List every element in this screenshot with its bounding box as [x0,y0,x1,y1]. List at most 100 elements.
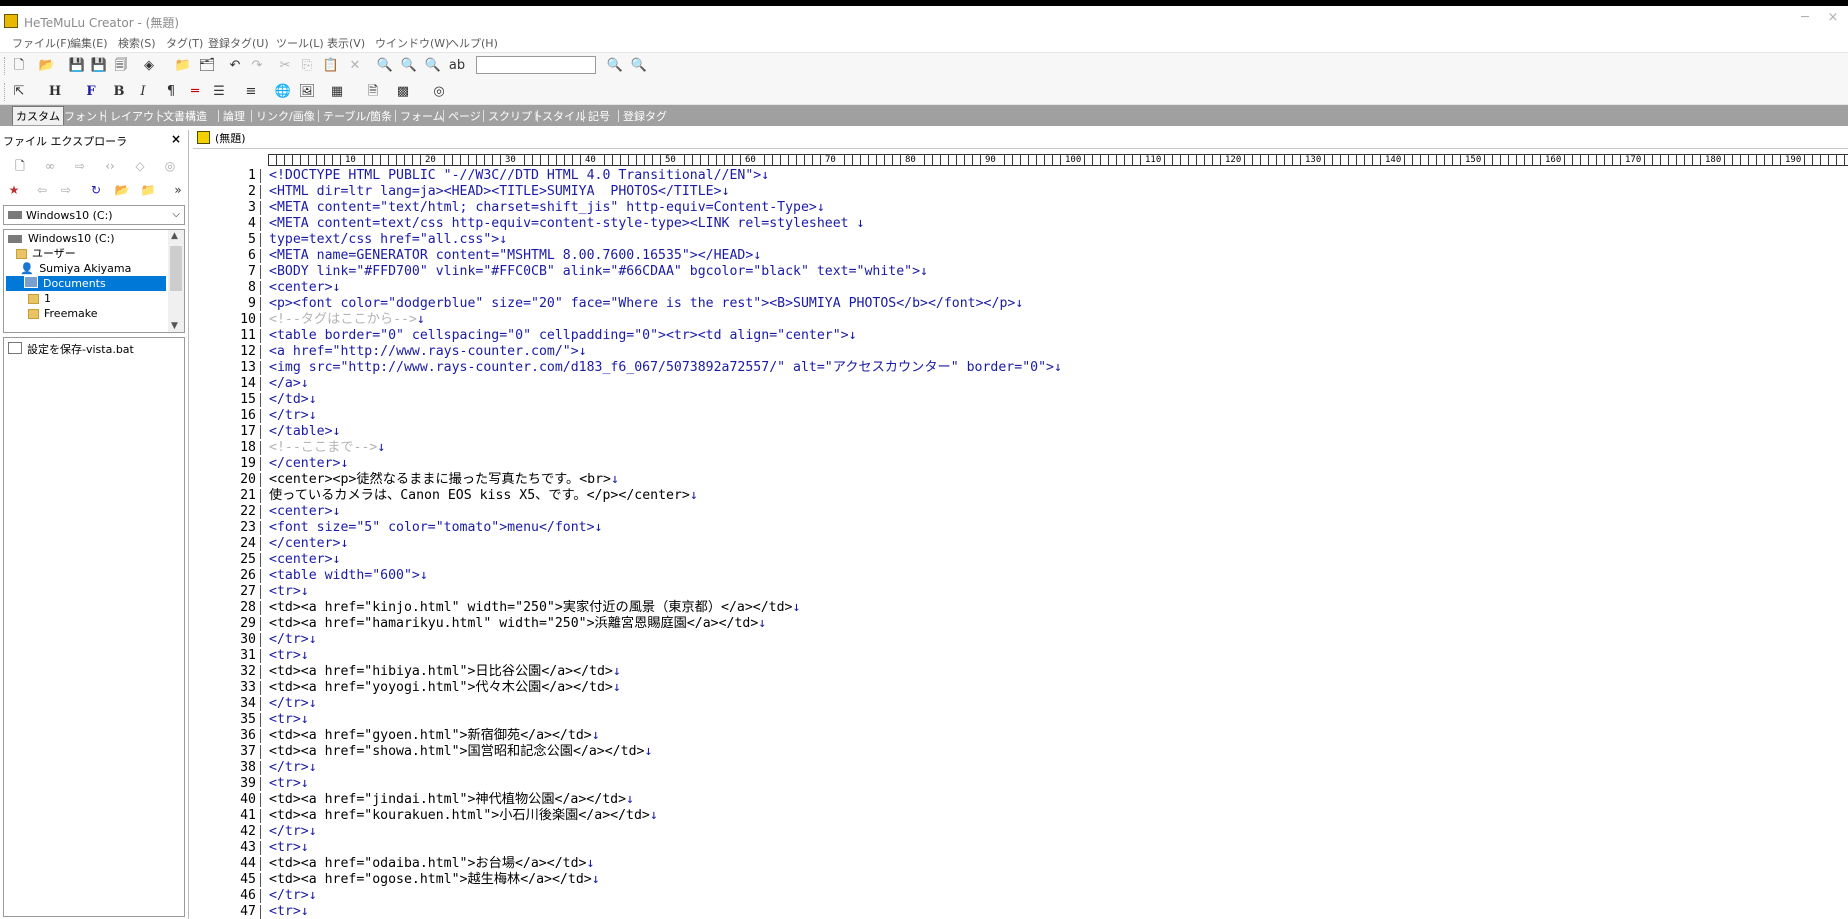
menu-registered-tag[interactable]: 登録タグ(U) [208,35,269,51]
tab-document-structure[interactable]: 文書構造 [163,108,207,124]
tab-form[interactable]: フォーム [400,108,444,124]
tree-node-documents[interactable]: Documents [6,276,166,291]
back-icon[interactable]: ⇦ [34,182,50,198]
forward-icon[interactable]: ⇨ [58,182,74,198]
redo-icon[interactable]: ↷ [248,57,266,75]
font-icon[interactable]: F [82,83,100,101]
line-number: 7 [248,264,256,279]
scroll-thumb[interactable] [170,246,182,291]
table-icon[interactable]: ▦ [328,83,346,101]
open-recent-icon[interactable]: 🗂 [198,57,216,75]
tab-symbol[interactable]: 記号 [588,108,610,124]
new-file-icon[interactable]: 🗋 [10,57,28,75]
publish-icon[interactable]: ◈ [140,57,158,75]
nav-view-icon[interactable]: ⇨ [72,158,88,174]
gutter-divider [260,841,261,855]
save-icon[interactable]: 💾 [68,57,86,75]
find-icon[interactable]: 🔍 [376,57,394,75]
image-icon[interactable]: 🖼 [298,83,316,101]
folder-up-icon[interactable]: 📁 [140,182,156,198]
quick-find-next-icon[interactable]: 🔍 [606,57,624,75]
eol-mark: ↓ [753,248,762,263]
open-project-icon[interactable]: 📁 [174,57,192,75]
tab-style[interactable]: スタイル [542,108,586,124]
tree-node-drive[interactable]: Windows10 (C:) [8,231,115,246]
insert-tag-icon[interactable]: ⇱ [10,83,28,101]
close-button[interactable]: × [1818,10,1848,30]
copy-icon[interactable]: ⎘ [298,57,316,75]
line-number: 3 [248,200,256,215]
line-number: 10 [240,312,256,327]
menu-file[interactable]: ファイル(F) [12,35,71,51]
tab-registered-tag[interactable]: 登録タグ [623,108,667,124]
list-icon[interactable]: ☰ [210,83,228,101]
tab-font[interactable]: フォント [64,108,108,124]
toolbar-grip[interactable] [4,57,8,75]
quick-find-prev-icon[interactable]: 🔍 [630,57,648,75]
layout-icon[interactable]: ▩ [394,83,412,101]
tab-layout[interactable]: レイアウト [110,108,165,124]
heading-icon[interactable]: H [46,83,64,101]
tab-table-list[interactable]: テーブル/箇条 [323,108,392,124]
tree-node-users[interactable]: ユーザー [16,246,76,261]
toolbar-search-input[interactable] [476,56,596,74]
code-editor[interactable]: 1 <!DOCTYPE HTML PUBLIC "-//W3C//DTD HTML… [193,168,1848,919]
tree-node-freemake[interactable]: Freemake [28,306,98,321]
hr-icon[interactable]: ═ [186,83,204,101]
open-folder-icon[interactable]: 📂 [114,182,130,198]
refresh-icon[interactable]: ↻ [88,182,104,198]
align-icon[interactable]: ≡ [242,83,260,101]
menu-search[interactable]: 検索(S) [118,35,156,51]
tag-view-icon[interactable]: ‹› [102,158,118,174]
tab-custom[interactable]: カスタム [12,106,64,125]
tree-node-folder-1[interactable]: 1 [28,291,51,306]
document-tab[interactable]: (無題) [197,130,246,146]
save-all-icon[interactable]: 🗐 [112,57,130,75]
menu-edit[interactable]: 編集(E) [70,35,108,51]
link-view-icon[interactable]: ∞ [42,158,58,174]
bold-icon[interactable]: B [110,83,128,101]
tab-page[interactable]: ページ [448,108,481,124]
menu-tools[interactable]: ツール(L) [276,35,324,51]
paste-icon[interactable]: 📋 [322,57,340,75]
eol-mark: ↓ [308,696,317,711]
find-prev-icon[interactable]: 🔍 [424,57,442,75]
scroll-up-icon[interactable]: ▲ [171,231,178,241]
delete-icon[interactable]: ✕ [346,57,364,75]
misc-view-icon[interactable]: ◎ [162,158,178,174]
menu-window[interactable]: ウインドウ(W) [375,35,449,51]
more-chevron-icon[interactable]: » [170,182,186,198]
paragraph-icon[interactable]: ¶ [162,83,180,101]
eol-mark: ↓ [610,472,619,487]
find-next-icon[interactable]: 🔍 [400,57,418,75]
ftp-view-icon[interactable]: ◇ [132,158,148,174]
drive-select[interactable]: Windows10 (C:) ⌵ [3,205,185,225]
tree-node-user[interactable]: 👤 Sumiya Akiyama [20,261,131,276]
preview-icon[interactable]: ◎ [430,83,448,101]
scroll-down-icon[interactable]: ▼ [171,321,178,331]
menu-help[interactable]: ヘルプ(H) [448,35,498,51]
undo-icon[interactable]: ↶ [226,57,244,75]
save-as-icon[interactable]: 💾 [90,57,108,75]
form-icon[interactable]: 🗎 [364,83,382,101]
file-item[interactable]: 設定を保存-vista.bat [8,341,134,357]
tab-logical[interactable]: 論理 [223,108,245,124]
italic-icon[interactable]: I [134,83,152,101]
code-content: <td><a href="gyoen.html">新宿御苑</a></td> [269,728,592,743]
favorites-icon[interactable]: ★ [6,182,22,198]
tree-scrollbar[interactable]: ▲ ▼ [168,230,184,332]
toolbar-grip[interactable] [4,83,8,101]
eol-mark: ↓ [612,680,621,695]
tab-script[interactable]: スクリプト [488,108,543,124]
menu-tag[interactable]: タグ(T) [166,35,203,51]
line-number: 20 [240,472,256,487]
file-view-icon[interactable]: 🗋 [12,158,28,174]
minimize-button[interactable]: ─ [1790,10,1820,30]
cut-icon[interactable]: ✂ [276,57,294,75]
explorer-close-button[interactable]: × [171,132,181,146]
replace-icon[interactable]: ab [448,57,466,75]
menu-view[interactable]: 表示(V) [327,35,365,51]
tab-link-image[interactable]: リンク/画像 [256,108,315,124]
link-icon[interactable]: 🌐 [274,83,292,101]
open-folder-icon[interactable]: 📂 [38,57,56,75]
